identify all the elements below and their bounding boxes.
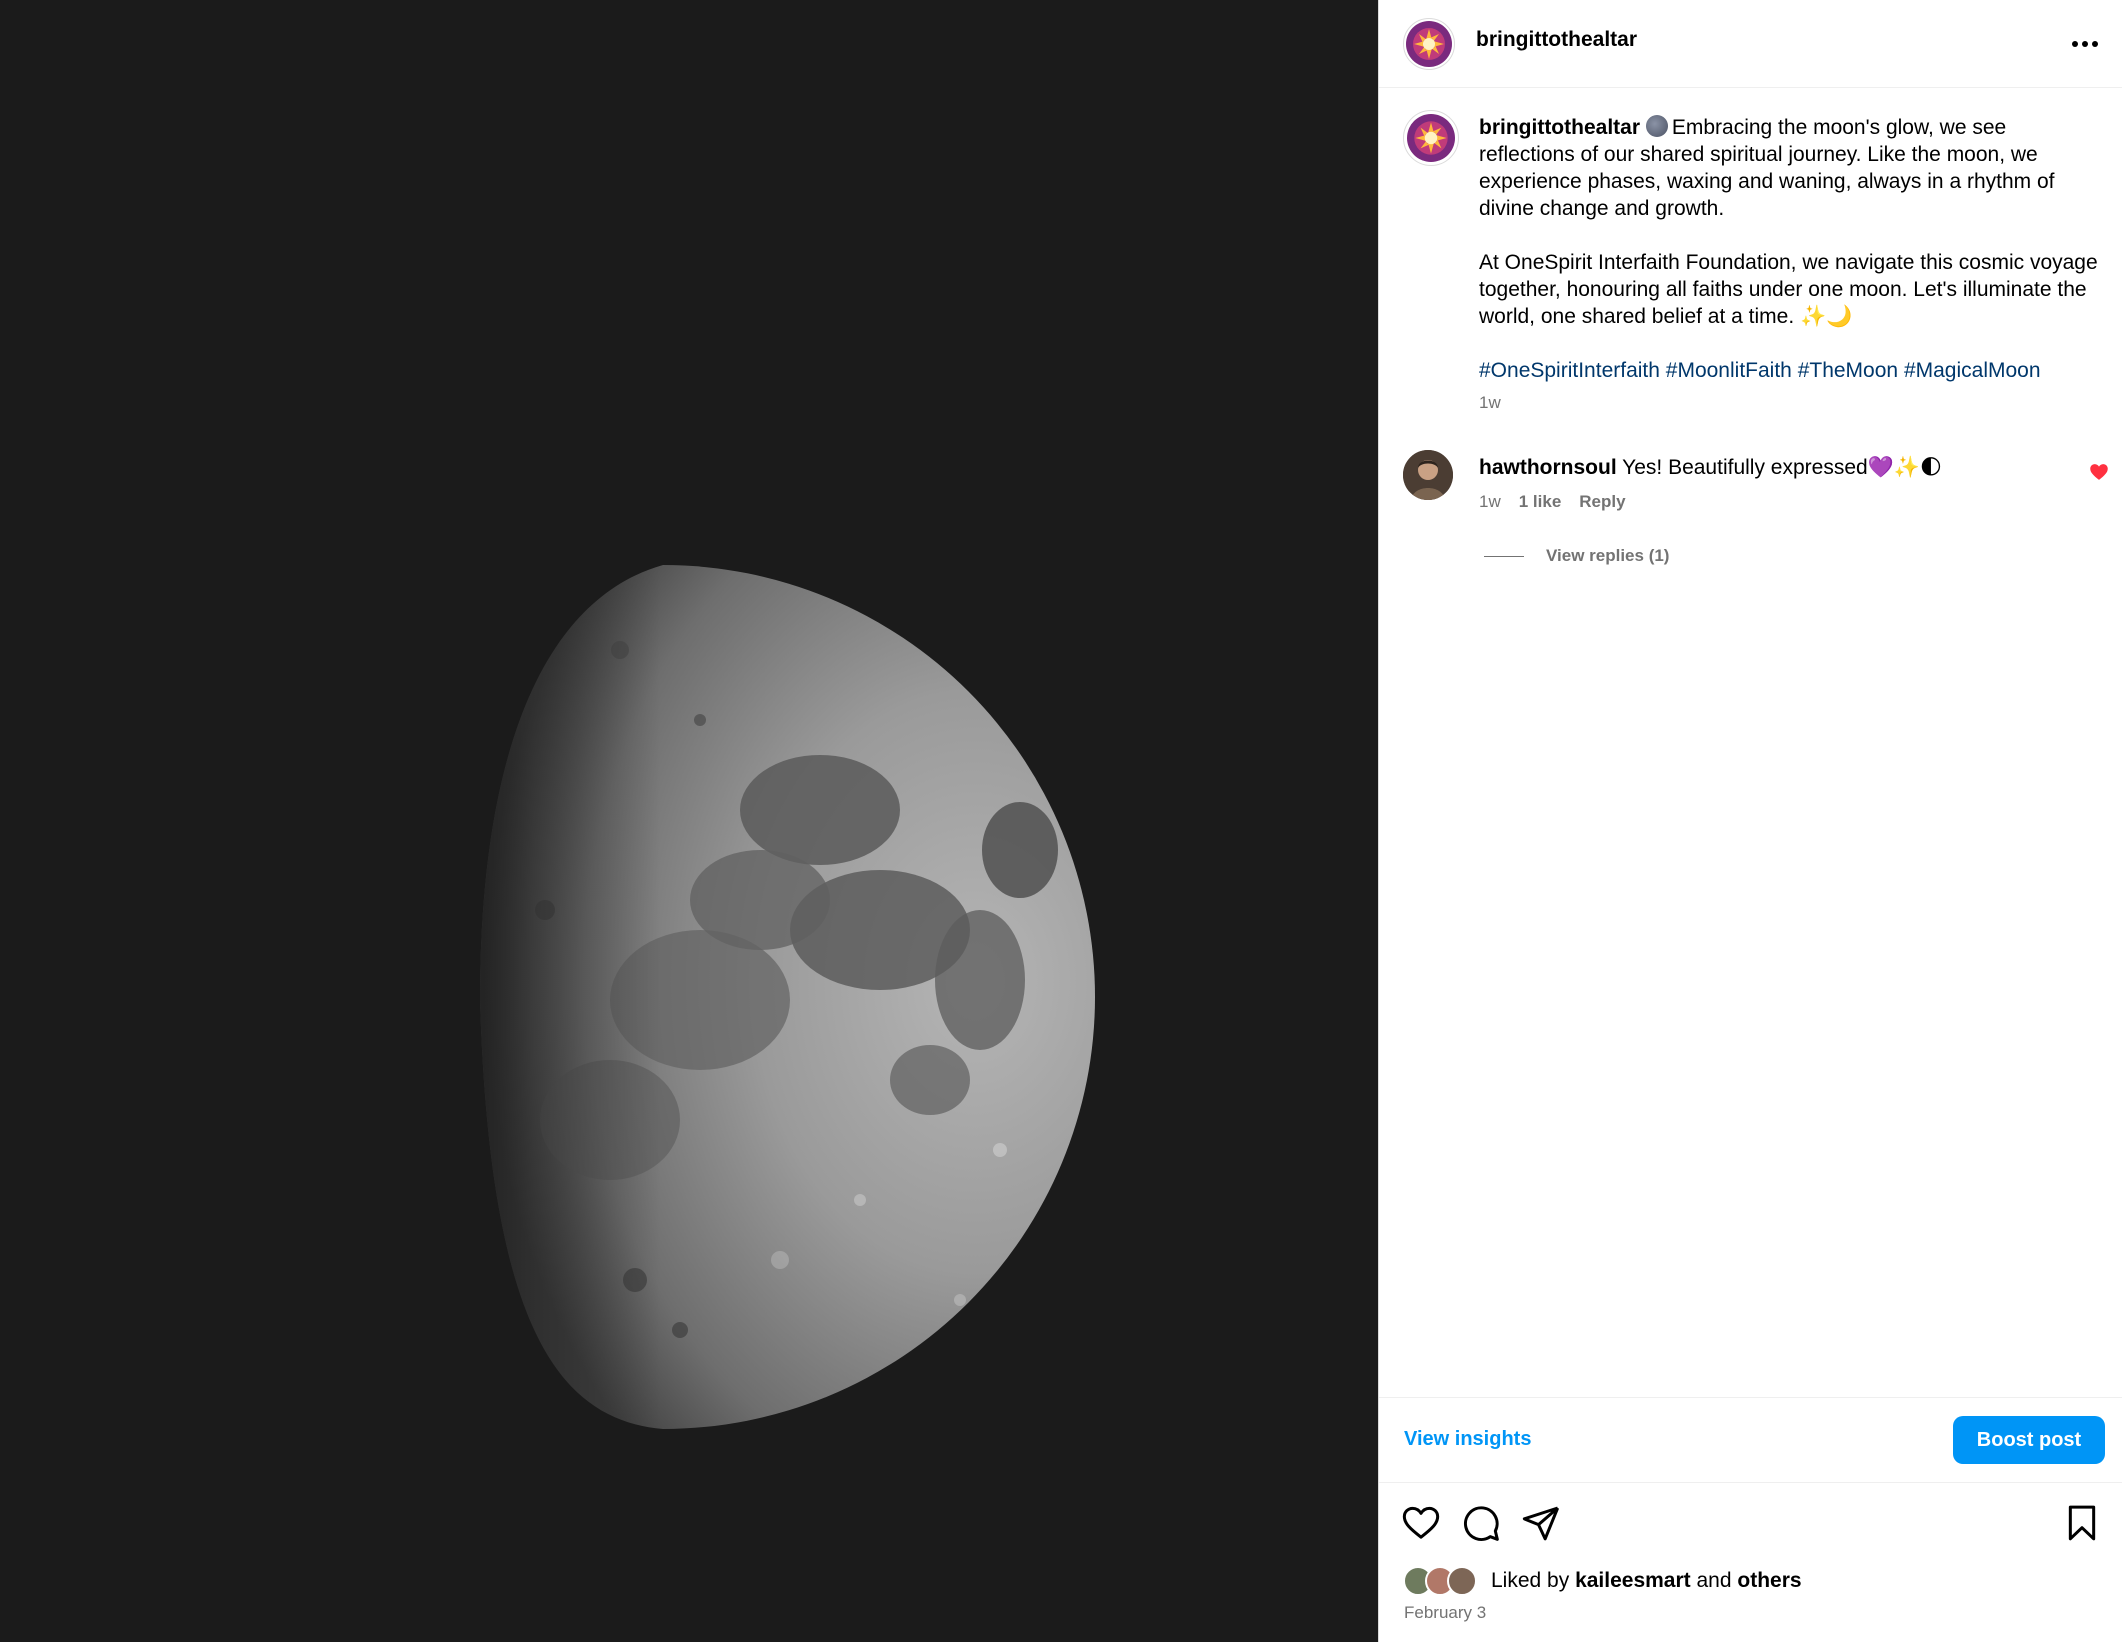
comment-bubble-icon[interactable]: [1461, 1503, 1501, 1543]
hashtag-onespiritinterfaith[interactable]: #OneSpiritInterfaith: [1479, 359, 1660, 382]
hashtag-list: #OneSpiritInterfaith #MoonlitFaith #TheM…: [1479, 357, 2099, 384]
more-options-button[interactable]: [2067, 26, 2103, 62]
caption-text: bringittothealtar Embracing the moon's g…: [1479, 114, 2099, 384]
comment-timestamp[interactable]: 1w: [1479, 492, 1501, 512]
post-actions: [1379, 1497, 2122, 1547]
liked-by-text: Liked by kaileesmart and others: [1491, 1569, 1802, 1593]
author-username[interactable]: bringittothealtar: [1476, 28, 1637, 52]
comment-text: hawthornsoul Yes! Beautifully expressed💜…: [1479, 454, 2039, 481]
boost-post-button[interactable]: Boost post: [1953, 1416, 2105, 1464]
hashtag-themoon[interactable]: #TheMoon: [1798, 359, 1898, 382]
comment-meta: 1w 1 like Reply: [1479, 492, 1626, 512]
liked-by-and: and: [1696, 1569, 1732, 1592]
view-insights-link[interactable]: View insights: [1404, 1428, 1531, 1451]
caption-author-avatar[interactable]: [1403, 110, 1459, 166]
comment-liked-heart-icon[interactable]: [2089, 462, 2109, 482]
more-horizontal-icon: [2072, 41, 2098, 47]
post-date[interactable]: February 3: [1404, 1603, 1486, 1623]
caption-username[interactable]: bringittothealtar: [1479, 116, 1640, 139]
replies-divider: [1484, 555, 1524, 557]
comment-body: Yes! Beautifully expressed💜✨🌓: [1622, 456, 1942, 479]
liked-by-others[interactable]: others: [1737, 1569, 1801, 1592]
sun-logo-icon: [1407, 114, 1455, 162]
view-replies-button[interactable]: View replies (1): [1484, 546, 1669, 566]
like-heart-icon[interactable]: [1401, 1503, 1441, 1543]
post-viewer: bringittothealtar bringittothealtar Embr…: [0, 0, 2122, 1642]
person-photo-icon: [1403, 450, 1453, 500]
liker-avatar: [1447, 1566, 1477, 1596]
comment-like-count[interactable]: 1 like: [1519, 492, 1562, 512]
moon-photo: [0, 0, 1378, 1642]
share-send-icon[interactable]: [1521, 1503, 1561, 1543]
commenter-avatar[interactable]: [1403, 450, 1453, 500]
sun-logo-icon: [1406, 21, 1452, 67]
post-header: bringittothealtar: [1379, 0, 2122, 88]
hashtag-magicalmoon[interactable]: #MagicalMoon: [1904, 359, 2041, 382]
caption-paragraph-2: At OneSpirit Interfaith Foundation, we n…: [1479, 251, 2098, 328]
new-moon-emoji-icon: [1645, 115, 1668, 137]
liked-by-user[interactable]: kaileesmart: [1575, 1569, 1691, 1592]
hashtag-moonlitfaith[interactable]: #MoonlitFaith: [1666, 359, 1792, 382]
author-avatar[interactable]: [1403, 18, 1455, 70]
caption-timestamp[interactable]: 1w: [1479, 393, 1501, 413]
comment-reply-button[interactable]: Reply: [1579, 492, 1625, 512]
liked-by-prefix: Liked by: [1491, 1569, 1570, 1592]
liked-by-summary: Liked by kaileesmart and others: [1403, 1566, 1802, 1596]
insights-bar: View insights Boost post: [1379, 1397, 2122, 1483]
liker-avatars[interactable]: [1403, 1566, 1483, 1596]
post-side-panel: bringittothealtar bringittothealtar Embr…: [1378, 0, 2122, 1642]
commenter-username[interactable]: hawthornsoul: [1479, 456, 1617, 479]
bookmark-save-icon[interactable]: [2062, 1503, 2102, 1543]
post-image[interactable]: [0, 0, 1378, 1642]
view-replies-label: View replies (1): [1546, 546, 1670, 565]
